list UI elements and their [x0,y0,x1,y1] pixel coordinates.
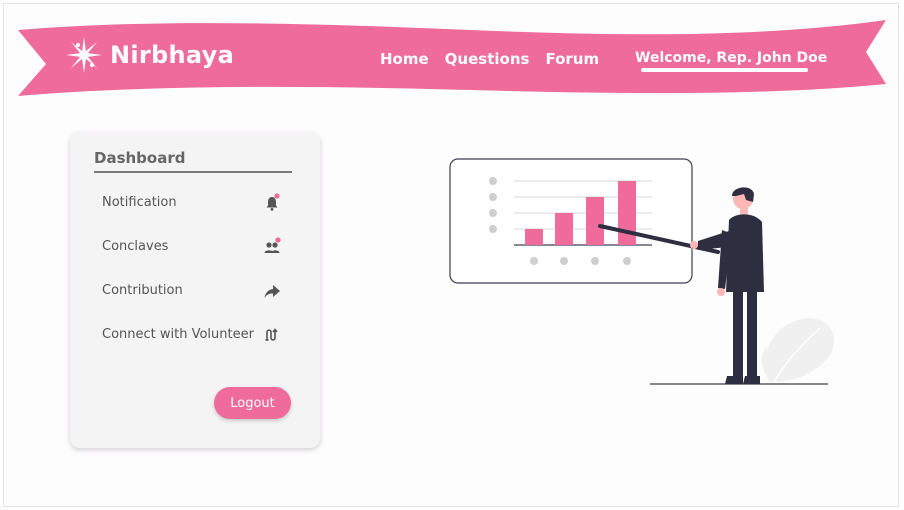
dashboard-item-connect-volunteer[interactable]: Connect with Volunteer [102,324,292,348]
nav-questions[interactable]: Questions [445,50,530,68]
dashboard-item-label: Connect with Volunteer [102,327,254,342]
dashboard-title: Dashboard [94,149,186,167]
main-nav: Home Questions Forum [380,50,615,68]
presentation-illustration [449,158,834,385]
dashboard-item-label: Conclaves [102,239,169,254]
dashboard-card: Dashboard Notification Conclaves Contrib… [70,132,320,448]
nav-forum[interactable]: Forum [545,50,599,68]
people-icon [264,237,281,253]
dashboard-divider [94,171,292,173]
welcome-user-link[interactable]: Welcome, Rep. John Doe [635,50,827,66]
share-arrow-icon [264,285,280,298]
dashboard-item-notification[interactable]: Notification [102,192,292,216]
dashboard-item-label: Contribution [102,283,183,298]
dashboard-item-label: Notification [102,195,177,210]
presenter-figure [690,187,764,384]
app-name: Nirbhaya [110,41,235,69]
dashboard-item-conclaves[interactable]: Conclaves [102,236,292,260]
dashboard-item-contribution[interactable]: Contribution [102,280,292,304]
bell-icon [266,193,280,211]
welcome-underline [641,68,808,72]
logout-button[interactable]: Logout [214,387,291,419]
star-burst-logo-icon [66,37,102,73]
nav-home[interactable]: Home [380,50,429,68]
connect-route-icon [265,328,278,341]
brand-logo[interactable]: Nirbhaya [66,37,234,73]
